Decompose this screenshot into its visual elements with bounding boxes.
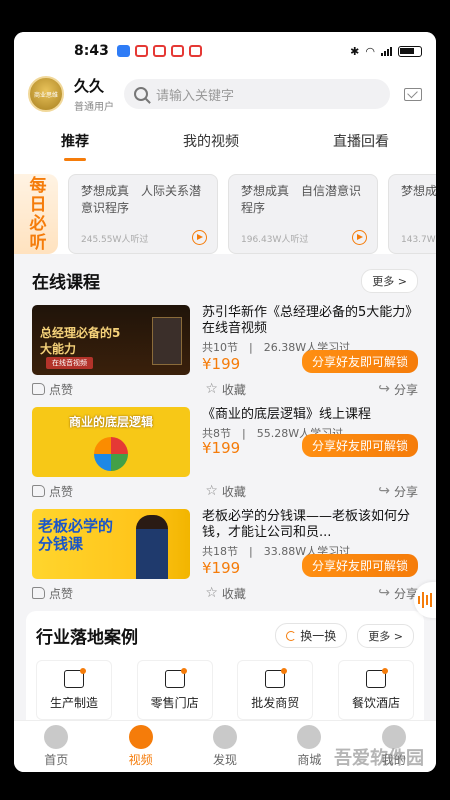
course-price: ¥199 <box>202 439 241 457</box>
content-tabs: 推荐 我的视频 直播回看 <box>14 118 436 164</box>
refresh-button[interactable]: 换一换 <box>275 623 348 648</box>
share-unlock-button[interactable]: 分享好友即可解锁 <box>301 554 418 577</box>
battery-icon <box>398 45 422 57</box>
utensils-icon <box>365 667 388 688</box>
course-title: 苏引华新作《总经理必备的5大能力》在线音视频 <box>202 305 412 336</box>
daily-listen-strip: 每日必听 梦想成真 人际关系潜意识程序 245.55W人听过 梦想成真 自信潜意… <box>14 164 436 254</box>
share-unlock-button[interactable]: 分享好友即可解锁 <box>301 434 418 457</box>
bluetooth-icon: ✱ <box>350 44 360 58</box>
user-name: 久久 <box>74 77 105 95</box>
refresh-icon <box>286 630 297 641</box>
notification-icon <box>188 45 202 57</box>
search-placeholder: 请输入关键字 <box>156 88 235 104</box>
wifi-icon: ◠ <box>365 44 375 58</box>
share-unlock-button[interactable]: 分享好友即可解锁 <box>301 350 418 373</box>
search-input[interactable]: 请输入关键字 <box>124 79 390 109</box>
favorite-button[interactable]: ☆ 收藏 <box>205 381 246 398</box>
course-title: 老板必学的分钱课——老板该如何分钱，才能让公司和员... <box>202 509 411 540</box>
presenter-photo <box>136 515 168 579</box>
case-restaurant[interactable]: 餐饮酒店 <box>337 660 414 720</box>
home-icon <box>44 725 69 749</box>
diagram-wheel-image <box>94 437 128 471</box>
nav-discover[interactable]: 发现 <box>212 725 237 768</box>
section-title: 在线课程 <box>32 273 100 293</box>
favorite-button[interactable]: ☆ 收藏 <box>205 483 246 500</box>
tab-my-videos[interactable]: 我的视频 <box>177 123 245 159</box>
daily-card-listeners: 196.43W人听过 <box>241 235 309 245</box>
case-retail[interactable]: 零售门店 <box>136 660 213 720</box>
thumbs-up-icon <box>32 485 45 497</box>
star-icon: ☆ <box>205 585 218 601</box>
status-time: 8:43 <box>74 43 109 59</box>
user-info[interactable]: 久久 普通用户 <box>74 75 114 113</box>
case-manufacturing[interactable]: 生产制造 <box>36 660 112 720</box>
share-icon: ↪ <box>378 483 390 499</box>
course-item[interactable]: 总经理必备的5大能力 在线音视频 苏引华新作《总经理必备的5大能力》在线音视频 … <box>14 301 436 403</box>
notification-icon <box>170 45 184 57</box>
discover-icon <box>212 725 237 749</box>
case-wholesale[interactable]: 批发商贸 <box>237 660 314 720</box>
app-screen: 8:43 ✱ ◠ 商业思维 久久 普通用户 请输入关键字 推荐 我的视频 直播回… <box>14 32 436 772</box>
message-icon[interactable] <box>404 87 422 101</box>
course-item[interactable]: 商业的底层逻辑 《商业的底层逻辑》线上课程 共8节 | 55.28W人学习过 ¥… <box>14 403 436 505</box>
share-icon: ↪ <box>378 585 390 601</box>
course-price: ¥199 <box>202 355 241 373</box>
tab-live-replay[interactable]: 直播回看 <box>327 123 395 159</box>
avatar[interactable]: 商业思维 <box>28 76 64 112</box>
nav-mall[interactable]: 商城 <box>297 725 321 768</box>
course-thumbnail: 总经理必备的5大能力 在线音视频 <box>32 305 190 375</box>
daily-card-title: 梦想成真 <box>401 184 436 198</box>
book-cover-image <box>152 317 182 365</box>
daily-card-title: 梦想成真 人际关系潜意识程序 <box>81 184 202 215</box>
section-title: 行业落地案例 <box>36 628 138 648</box>
course-thumbnail: 老板必学的分钱课 <box>32 509 190 579</box>
signal-icon <box>381 46 392 56</box>
like-button[interactable]: 点赞 <box>32 483 73 500</box>
nav-home[interactable]: 首页 <box>44 725 68 768</box>
network-icon <box>265 667 288 688</box>
course-item[interactable]: 老板必学的分钱课 老板必学的分钱课——老板该如何分钱，才能让公司和员... 共1… <box>14 505 436 607</box>
course-title: 《商业的底层逻辑》线上课程 <box>202 407 372 422</box>
store-icon <box>164 667 187 688</box>
course-thumbnail: 商业的底层逻辑 <box>32 407 190 477</box>
daily-card-listeners: 143.7W <box>401 235 436 245</box>
star-icon: ☆ <box>205 381 218 397</box>
daily-card[interactable]: 梦想成真 自信潜意识程序 196.43W人听过 <box>228 174 378 254</box>
factory-icon <box>64 667 86 688</box>
notification-icon <box>116 45 130 57</box>
tab-recommend[interactable]: 推荐 <box>55 123 95 159</box>
industry-cases-card: 行业落地案例 换一换 更多 > 生产制造 零售门店 批发商贸 餐饮酒店 <box>26 611 424 729</box>
user-role: 普通用户 <box>74 102 114 113</box>
course-price: ¥199 <box>202 559 241 577</box>
mall-icon <box>297 725 322 749</box>
play-icon[interactable] <box>352 230 367 245</box>
star-icon: ☆ <box>205 483 218 499</box>
share-button[interactable]: ↪ 分享 <box>378 381 418 398</box>
nav-video[interactable]: 视频 <box>128 725 153 768</box>
online-courses-header: 在线课程 更多 > <box>14 254 436 301</box>
thumbs-up-icon <box>32 587 45 599</box>
daily-card-title: 梦想成真 自信潜意识程序 <box>241 184 362 215</box>
share-button[interactable]: ↪ 分享 <box>378 483 418 500</box>
notification-icon <box>152 45 166 57</box>
search-icon <box>134 87 148 101</box>
daily-card[interactable]: 梦想成真 人际关系潜意识程序 245.55W人听过 <box>68 174 218 254</box>
share-button[interactable]: ↪ 分享 <box>378 585 418 602</box>
share-icon: ↪ <box>378 381 390 397</box>
more-button[interactable]: 更多 > <box>357 623 414 648</box>
like-button[interactable]: 点赞 <box>32 585 73 602</box>
video-icon <box>128 725 153 749</box>
favorite-button[interactable]: ☆ 收藏 <box>205 585 246 602</box>
thumbs-up-icon <box>32 383 45 395</box>
watermark: 吾爱软件园 <box>334 748 424 769</box>
play-icon[interactable] <box>192 230 207 245</box>
status-bar: 8:43 ✱ ◠ <box>14 32 436 70</box>
more-button[interactable]: 更多 > <box>361 268 418 293</box>
notification-icon <box>134 45 148 57</box>
daily-listen-tag: 每日必听 <box>14 174 58 254</box>
like-button[interactable]: 点赞 <box>32 381 73 398</box>
top-header: 商业思维 久久 普通用户 请输入关键字 <box>14 70 436 118</box>
daily-card-listeners: 245.55W人听过 <box>81 235 149 245</box>
daily-card[interactable]: 梦想成真 143.7W <box>388 174 436 254</box>
